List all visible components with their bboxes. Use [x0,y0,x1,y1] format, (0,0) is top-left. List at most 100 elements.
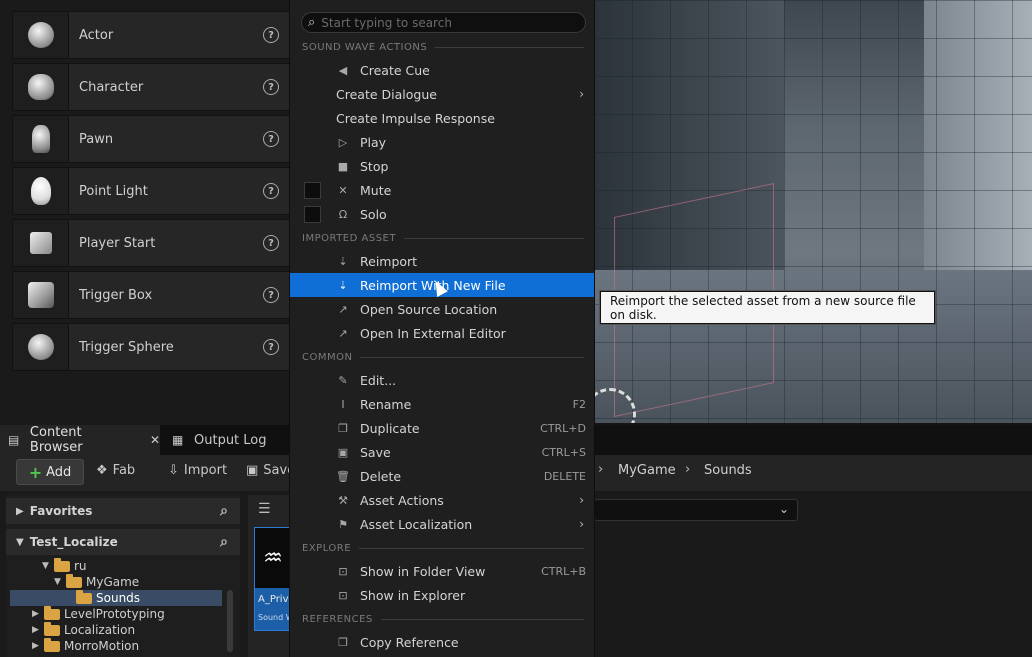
folder-search-icon: ⊡ [338,564,348,578]
menu-item-create-dialogue[interactable]: Create Dialogue › [290,82,594,106]
output-log-icon: ▦ [172,433,184,447]
tab-output-log[interactable]: ▦ Output Log [164,425,274,455]
menu-item-create-impulse-response[interactable]: Create Impulse Response [290,106,594,130]
fab-button[interactable]: ❖ Fab [96,463,135,478]
add-button[interactable]: + Add [16,459,84,485]
breadcrumb-chevron-icon: › [685,462,691,477]
save-all-button[interactable]: ▣ Save [246,463,295,478]
menu-item-label: Save [360,444,391,460]
menu-item-label: Asset Localization [360,516,473,532]
rename-icon: I [341,397,345,411]
menu-item-create-cue[interactable]: ◀ Create Cue [290,58,594,82]
actor-item-pawn[interactable]: Pawn ? [12,115,290,163]
project-label: Test_Localize [29,535,118,549]
menu-item-edit[interactable]: ✎ Edit... [290,368,594,392]
menu-item-mute[interactable]: ✕ Mute [290,178,594,202]
view-dropdown[interactable]: ⌄ [594,499,798,521]
menu-item-rename[interactable]: I Rename F2 [290,392,594,416]
help-icon[interactable]: ? [263,339,279,355]
actor-item-label: Trigger Sphere [79,339,174,355]
tree-item-ru[interactable]: ▼ ru [42,557,87,574]
menu-item-label: Create Cue [360,62,430,78]
tree-item-morromotion[interactable]: ▶ MorroMotion [32,637,139,654]
tree-item-levelprototyping[interactable]: ▶ LevelPrototyping [32,605,165,622]
help-icon[interactable]: ? [263,79,279,95]
project-header[interactable]: ▼ Test_Localize ⌕ [6,529,240,555]
solo-checkbox[interactable] [304,205,321,223]
menu-item-save[interactable]: ▣ Save CTRL+S [290,440,594,464]
menu-item-solo[interactable]: Ω Solo [290,202,594,226]
shortcut-label: CTRL+D [540,421,586,435]
add-label: Add [46,464,72,480]
actor-item-player-start[interactable]: Player Start ? [12,219,290,267]
tree-item-label: MyGame [86,575,140,589]
section-label: IMPORTED ASSET [302,232,396,244]
favorites-header[interactable]: ▶ Favorites ⌕ [6,498,240,524]
speaker-icon: ◀ [338,63,348,77]
menu-item-duplicate[interactable]: ❐ Duplicate CTRL+D [290,416,594,440]
search-icon[interactable]: ⌕ [220,503,228,519]
menu-item-delete[interactable]: 🗑 Delete DELETE [290,464,594,488]
breadcrumb-sounds[interactable]: Sounds [704,463,752,478]
sound-wave-icon: ♒ [255,528,289,588]
content-browser-icon: ▤ [8,433,20,447]
section-label: EXPLORE [302,542,352,554]
tab-content-browser[interactable]: ▤ Content Browser ✕ [0,425,160,455]
filter-icon[interactable]: ☰ [258,501,271,517]
close-icon[interactable]: ✕ [150,433,160,447]
sources-scrollbar[interactable] [227,590,233,652]
actor-item-trigger-box[interactable]: Trigger Box ? [12,271,290,319]
tree-item-localization[interactable]: ▶ Localization [32,621,135,638]
actor-item-point-light[interactable]: Point Light ? [12,167,290,215]
menu-item-open-source-location[interactable]: ↗ Open Source Location [290,297,594,321]
help-icon[interactable]: ? [263,27,279,43]
menu-item-play[interactable]: ▷ Play [290,130,594,154]
section-label: REFERENCES [302,613,373,625]
search-icon[interactable]: ⌕ [220,534,228,550]
tab-label: Output Log [194,432,267,448]
menu-item-copy-reference[interactable]: ❐ Copy Reference [290,630,594,654]
menu-search-input[interactable] [321,15,562,30]
menu-item-label: Play [360,134,387,150]
menu-item-asset-localization[interactable]: ⚑ Asset Localization › [290,512,594,536]
help-icon[interactable]: ? [263,183,279,199]
tree-item-mygame[interactable]: ▼ MyGame [54,573,140,590]
tree-item-sounds[interactable]: Sounds [64,589,141,606]
menu-item-label: Duplicate [360,420,420,436]
help-icon[interactable]: ? [263,131,279,147]
asset-tile[interactable]: ♒ A_Priv Sound W [254,527,290,631]
folder-icon [54,557,70,572]
sphere-icon [13,324,69,370]
actor-item-actor[interactable]: Actor ? [12,11,290,59]
menu-item-asset-actions[interactable]: ⚒ Asset Actions › [290,488,594,512]
level-viewport[interactable] [594,0,1032,423]
menu-item-stop[interactable]: ■ Stop [290,154,594,178]
tree-item-label: Sounds [96,591,141,605]
expand-arrow-icon: ▶ [32,641,39,651]
menu-item-reimport[interactable]: ⇣ Reimport [290,249,594,273]
fab-label: Fab [112,463,136,478]
help-icon[interactable]: ? [263,235,279,251]
menu-item-open-external-editor[interactable]: ↗ Open In External Editor [290,321,594,345]
menu-item-show-in-explorer[interactable]: ⊡ Show in Explorer [290,583,594,607]
folder-icon [66,573,82,588]
tab-label: Content Browser [29,425,83,455]
stop-icon: ■ [337,159,349,173]
shortcut-label: CTRL+B [541,564,586,578]
menu-item-label: Open Source Location [360,301,498,317]
menu-item-show-in-folder-view[interactable]: ⊡ Show in Folder View CTRL+B [290,559,594,583]
mute-checkbox[interactable] [304,181,321,199]
menu-item-label: Open In External Editor [360,325,506,341]
menu-search-box[interactable]: ⌕ [301,12,586,33]
actor-item-character[interactable]: Character ? [12,63,290,111]
breadcrumb-mygame[interactable]: MyGame [618,463,676,478]
lightbulb-icon [13,168,69,214]
import-button[interactable]: ⇩ Import [168,463,227,478]
section-label: SOUND WAVE ACTIONS [302,41,428,53]
mute-icon: ✕ [338,183,348,197]
actor-item-trigger-sphere[interactable]: Trigger Sphere ? [12,323,290,371]
help-icon[interactable]: ? [263,287,279,303]
chevron-right-icon: › [579,87,584,101]
pencil-icon: ✎ [338,373,348,387]
reimport-icon: ⇣ [338,278,348,292]
